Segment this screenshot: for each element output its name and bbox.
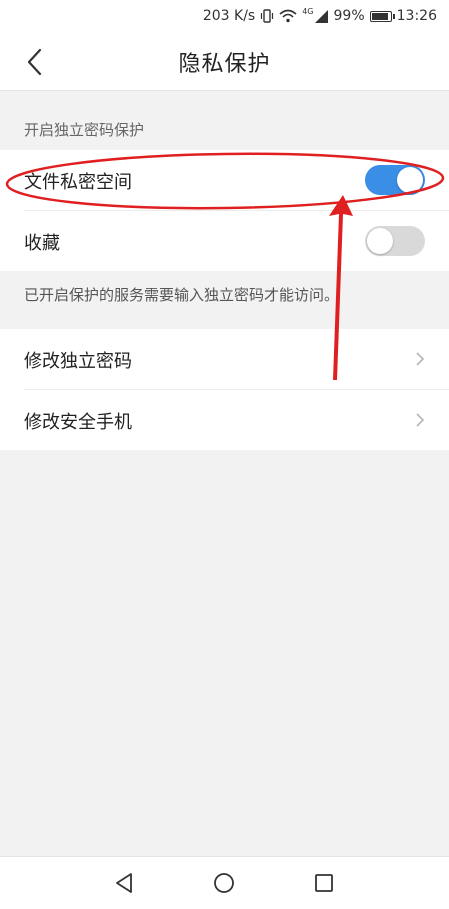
status-bar: 203 K/s 4G 99% 13:26 xyxy=(0,0,449,34)
battery-percent: 99% xyxy=(333,8,365,24)
vibrate-icon xyxy=(261,9,274,23)
menu-item-label: 修改安全手机 xyxy=(24,412,132,433)
menu-item-change-security-phone[interactable]: 修改安全手机 xyxy=(24,390,449,450)
signal-icon xyxy=(314,9,328,23)
protection-toggle-group: 文件私密空间 收藏 xyxy=(0,150,449,271)
menu-item-label: 修改独立密码 xyxy=(24,351,132,372)
system-nav-bar xyxy=(0,856,449,909)
toggle-label: 收藏 xyxy=(24,233,60,254)
clock: 13:26 xyxy=(396,8,437,24)
toggle-row-file-private-space: 文件私密空间 xyxy=(24,150,449,211)
toggle-row-favorites: 收藏 xyxy=(24,211,449,271)
circle-home-icon xyxy=(214,873,234,893)
square-recent-icon xyxy=(315,874,333,892)
nav-back-button[interactable] xyxy=(111,870,137,896)
toggle-knob xyxy=(397,167,423,193)
page-title: 隐私保护 xyxy=(178,52,271,77)
wifi-icon xyxy=(279,9,297,23)
menu-item-change-password[interactable]: 修改独立密码 xyxy=(24,329,449,390)
network-type-label: 4G xyxy=(302,6,314,16)
protection-note: 已开启保护的服务需要输入独立密码才能访问。 xyxy=(24,286,340,304)
nav-recent-button[interactable] xyxy=(311,870,337,896)
network-speed: 203 K/s xyxy=(202,8,256,24)
settings-menu-group: 修改独立密码 修改安全手机 xyxy=(0,329,449,450)
status-indicators: 203 K/s 4G 99% 13:26 xyxy=(202,6,437,25)
nav-home-button[interactable] xyxy=(211,870,237,896)
chevron-right-icon xyxy=(416,352,425,366)
favorites-toggle[interactable] xyxy=(365,226,425,256)
triangle-back-icon xyxy=(116,873,132,893)
toggle-knob xyxy=(367,228,393,254)
chevron-right-icon xyxy=(416,413,425,427)
app-bar: 隐私保护 xyxy=(0,34,449,91)
file-private-space-toggle[interactable] xyxy=(365,165,425,195)
toggle-label: 文件私密空间 xyxy=(24,172,132,193)
section-header: 开启独立密码保护 xyxy=(24,121,145,139)
battery-icon xyxy=(369,10,395,22)
